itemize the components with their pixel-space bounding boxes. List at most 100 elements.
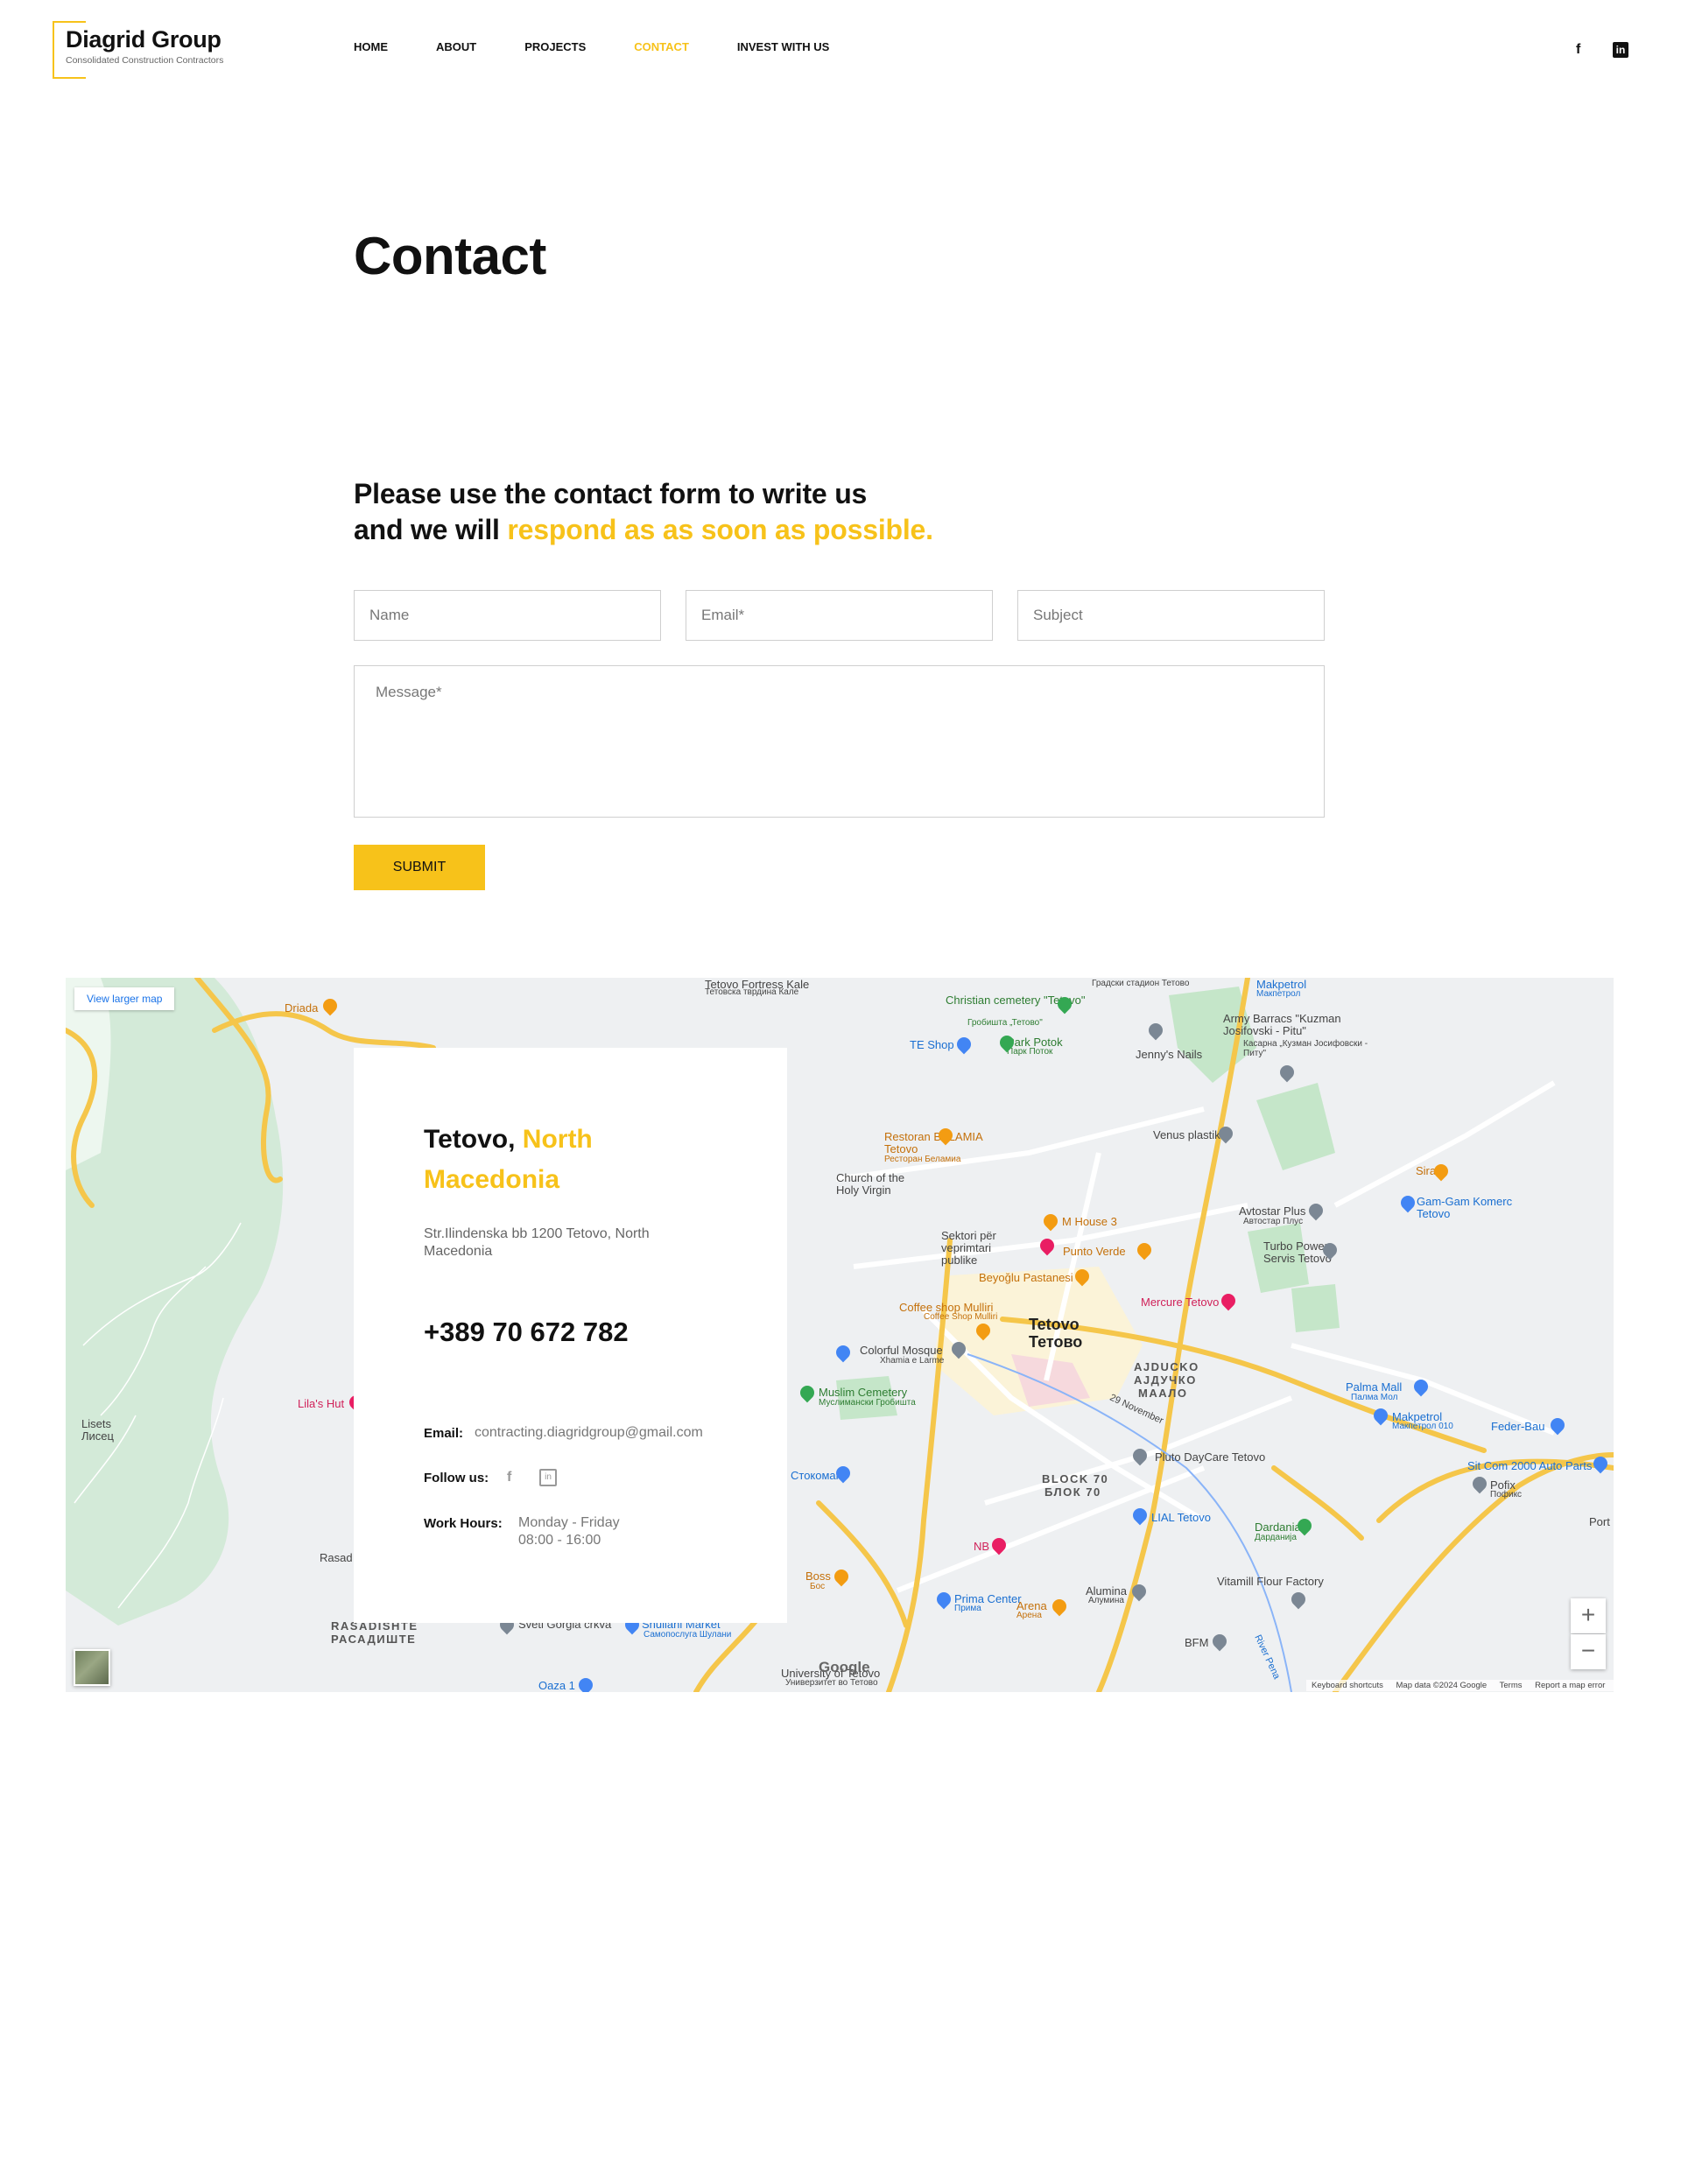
- map-label-bfm: BFM: [1185, 1636, 1209, 1649]
- hours-time: 08:00 - 16:00: [518, 1533, 601, 1548]
- map-label-palma: Palma Mall: [1346, 1380, 1403, 1394]
- keyboard-shortcuts-link[interactable]: Keyboard shortcuts: [1312, 1681, 1383, 1690]
- map-label-dardania-mk: Дарданија: [1255, 1533, 1297, 1542]
- map-label-lial: LIAL Tetovo: [1151, 1511, 1211, 1524]
- name-input[interactable]: [354, 590, 661, 641]
- map-label-pofix-mk: Пофикс: [1490, 1490, 1523, 1499]
- map-label-palma-mk: Палма Мол: [1351, 1393, 1398, 1402]
- map-label-avtostar: Avtostar Plus: [1239, 1204, 1306, 1218]
- hours-days: Monday - Friday: [518, 1515, 620, 1530]
- map-label-sektori: Sektori për veprimtari publike: [941, 1229, 996, 1267]
- map-label-alumina-mk: Алумина: [1088, 1596, 1124, 1605]
- map-label-park-mk: Парк Поток: [1007, 1047, 1053, 1057]
- map-label-shullani-mk: Самопослуга Шулани: [644, 1630, 732, 1640]
- map-label-army: Army Barracs "Kuzman Josifovski - Pitu": [1223, 1012, 1341, 1037]
- map-label-restoran-mk: Ресторан Беламиа: [884, 1155, 961, 1164]
- map-label-restoran: Restoran BELAMIA Tetovo: [884, 1130, 982, 1155]
- nav-projects[interactable]: PROJECTS: [524, 40, 586, 53]
- map-label-fortress-mk: Тетовска тврдина Кале: [705, 987, 799, 997]
- map-label-gamgam: Gam-Gam Komerc Tetovo: [1417, 1195, 1513, 1220]
- linkedin-icon[interactable]: in: [539, 1469, 557, 1486]
- google-logo: Google: [819, 1659, 870, 1675]
- map-label-nb: NB: [974, 1540, 990, 1553]
- map-label-pluto: Pluto DayCare Tetovo: [1155, 1450, 1266, 1464]
- submit-button[interactable]: SUBMIT: [354, 845, 485, 890]
- intro-line-2: and we will respond as as soon as possib…: [354, 512, 933, 548]
- linkedin-icon[interactable]: in: [1613, 42, 1628, 58]
- map-label-muslim: Muslim Cemetery: [819, 1386, 908, 1399]
- location-phone[interactable]: +389 70 672 782: [424, 1317, 629, 1348]
- map-label-lilas: Lila's Hut: [298, 1397, 345, 1410]
- nav-home[interactable]: HOME: [354, 40, 388, 53]
- map-attribution: Keyboard shortcuts Map data ©2024 Google…: [1306, 1680, 1614, 1691]
- map-label-makpetrol-mk: Макпетрол 010: [1392, 1422, 1453, 1431]
- map-label-port: Port: [1589, 1515, 1610, 1528]
- map-label-avtostar-mk: Автостар Плус: [1243, 1217, 1304, 1226]
- subject-input[interactable]: [1017, 590, 1325, 641]
- location-address: Str.Ilindenska bb 1200 Tetovo, North Mac…: [424, 1226, 650, 1259]
- map-label-punto: Punto Verde: [1063, 1245, 1126, 1258]
- map-label-city: Tetovo: [1029, 1316, 1080, 1333]
- map-label-stadium: Градски стадион Тетово: [1092, 979, 1190, 988]
- facebook-icon[interactable]: f: [507, 1470, 511, 1485]
- facebook-icon[interactable]: f: [1576, 42, 1580, 58]
- map-label-ajducko-mk: АЈДУЧКО: [1134, 1373, 1197, 1387]
- terms-link[interactable]: Terms: [1500, 1681, 1523, 1690]
- map-label-university-mk: Универзитет во Тетово: [785, 1678, 878, 1688]
- satellite-toggle-button[interactable]: [74, 1649, 110, 1686]
- brand-name[interactable]: Diagrid Group: [66, 26, 222, 53]
- zoom-in-button[interactable]: +: [1571, 1598, 1606, 1633]
- main-nav: HOME ABOUT PROJECTS CONTACT INVEST WITH …: [354, 40, 877, 53]
- map-label-beyoglu: Beyoğlu Pastanesi: [979, 1271, 1073, 1284]
- report-map-error-link[interactable]: Report a map error: [1535, 1681, 1605, 1690]
- map-label-colorful-sq: Xhamia e Larme: [880, 1356, 945, 1366]
- location-card: Tetovo, North Macedonia Str.Ilindenska b…: [354, 1048, 787, 1623]
- map-label-church: Church of the Holy Virgin: [836, 1171, 905, 1197]
- intro-text: Please use the contact form to write us …: [354, 476, 933, 548]
- map-label-vitamill: Vitamill Flour Factory: [1217, 1575, 1324, 1588]
- intro-line-2-plain: and we will: [354, 514, 508, 545]
- map-label-rasadishte-mk: РАСАДИШТЕ: [331, 1633, 417, 1646]
- map-label-sitcom: Sit Com 2000 Auto Parts: [1467, 1459, 1593, 1472]
- page-title: Contact: [354, 227, 546, 285]
- map-label-venus: Venus plastik: [1153, 1128, 1220, 1141]
- email-label: Email:: [424, 1426, 464, 1441]
- map-label-stokomak: Стокомак: [791, 1469, 841, 1482]
- email-value[interactable]: contracting.diagridgroup@gmail.com: [475, 1424, 703, 1442]
- map-label-feder: Feder-Bau: [1491, 1420, 1545, 1433]
- map-label-lisets: Lisets: [81, 1417, 111, 1430]
- hours-label: Work Hours:: [424, 1516, 503, 1531]
- map-label-makpetrol-top-mk: Макпетрол: [1256, 989, 1301, 999]
- map-label-colorful: Colorful Mosque: [860, 1344, 943, 1357]
- map-label-arena-mk: Арена: [1016, 1611, 1042, 1620]
- map-label-lisets-mk: Лисец: [81, 1429, 114, 1443]
- map-label-boss-mk: Бос: [810, 1582, 826, 1591]
- nav-about[interactable]: ABOUT: [436, 40, 476, 53]
- message-input[interactable]: [354, 665, 1325, 818]
- map-label-block: BLOCK 70: [1042, 1472, 1109, 1485]
- map-label-maalo: МААЛО: [1138, 1387, 1188, 1400]
- nav-contact[interactable]: CONTACT: [634, 40, 689, 53]
- map-label-rasad: Rasad: [320, 1551, 353, 1564]
- map-label-boss: Boss: [805, 1570, 831, 1583]
- map-label-oaza: Oaza 1: [538, 1679, 575, 1692]
- map-label-driada: Driada: [285, 1001, 319, 1015]
- map-label-dardania: Dardania: [1255, 1520, 1301, 1534]
- follow-label: Follow us:: [424, 1471, 489, 1485]
- map-label-coffee-mk: Coffee Shop Mulliri: [924, 1312, 998, 1322]
- map-label-cemetery-mk: Гробишта „Тетово": [967, 1018, 1043, 1028]
- map-label-jennys: Jenny's Nails: [1136, 1048, 1203, 1061]
- map-label-block-mk: БЛОК 70: [1044, 1485, 1101, 1499]
- nav-invest[interactable]: INVEST WITH US: [737, 40, 829, 53]
- email-input[interactable]: [686, 590, 993, 641]
- map-label-city-mk: Тетово: [1029, 1333, 1083, 1351]
- map[interactable]: Tetovo Fortress Kale Тетовска тврдина Ка…: [66, 978, 1614, 1692]
- map-label-te-shop: TE Shop: [910, 1038, 954, 1051]
- map-label-muslim-mk: Муслимански Гробишта: [819, 1398, 916, 1408]
- map-data-text: Map data ©2024 Google: [1396, 1681, 1488, 1690]
- zoom-out-button[interactable]: −: [1571, 1634, 1606, 1669]
- map-label-ajducko: AJDUCKO: [1134, 1360, 1199, 1373]
- intro-highlight: respond as as soon as possible.: [507, 514, 933, 545]
- map-label-army-mk: Касарна „Кузман Јосифовски - Питу": [1243, 1039, 1368, 1058]
- view-larger-map-link[interactable]: View larger map: [74, 987, 175, 1010]
